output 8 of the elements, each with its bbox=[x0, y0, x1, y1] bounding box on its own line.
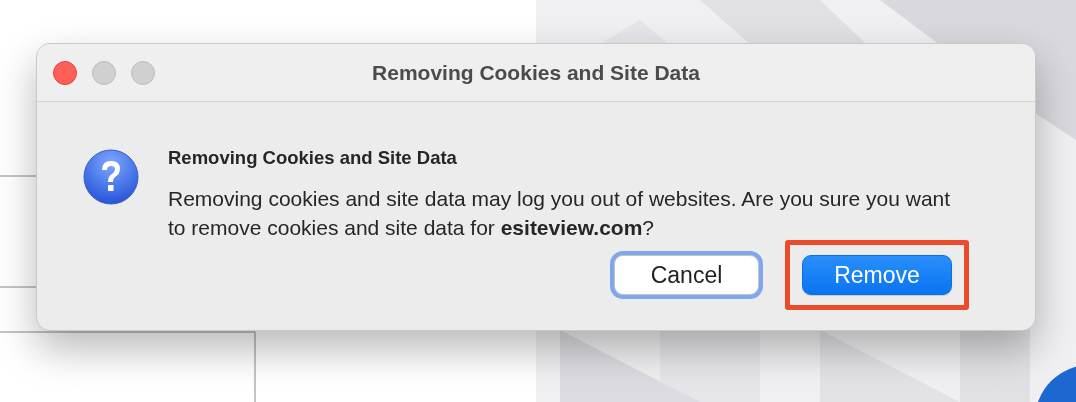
minimize-button[interactable] bbox=[92, 60, 116, 85]
dialog-message: Removing cookies and site data may log you out of websites. Are you sure you want to remove cookies and site data for esiteview.com? bbox=[168, 186, 952, 241]
window-title: Removing Cookies and Site Data bbox=[372, 60, 700, 85]
dialog-heading: Removing Cookies and Site Data bbox=[168, 147, 457, 169]
zoom-button[interactable] bbox=[131, 60, 155, 85]
question-icon bbox=[83, 149, 139, 205]
remove-button[interactable]: Remove bbox=[802, 255, 952, 295]
close-button[interactable] bbox=[53, 60, 77, 85]
